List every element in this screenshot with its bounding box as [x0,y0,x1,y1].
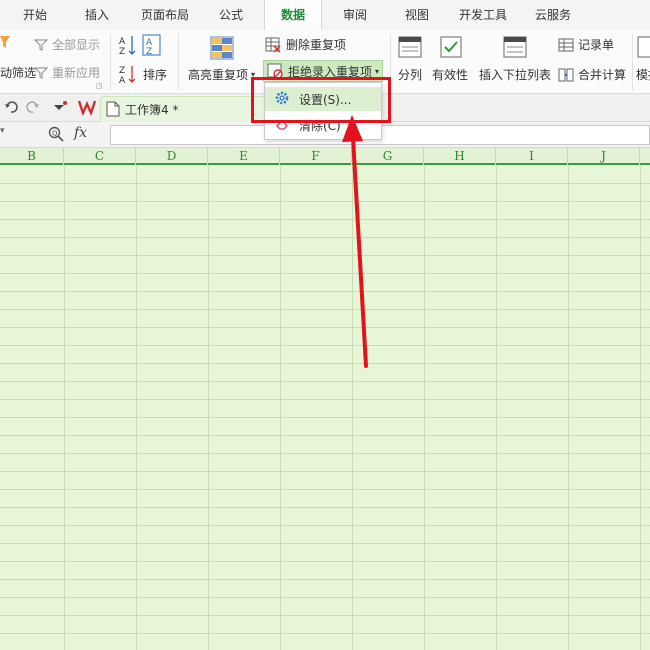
column-header[interactable]: B [0,148,64,165]
dialog-launcher-icon[interactable]: ◳ [96,82,103,90]
consolidate-button[interactable]: 合并计算 [558,66,626,83]
svg-text:Q: Q [52,130,58,138]
undo-icon[interactable] [4,100,18,114]
column-header[interactable]: G [352,148,424,165]
validity-icon [440,36,462,58]
show-all-label: 全部显示 [52,38,101,52]
svg-text:A: A [119,37,126,47]
tab-formula[interactable]: 公式 [206,0,256,30]
function-fx-button[interactable]: fx [74,125,87,141]
split-columns-button[interactable]: 分列 [398,66,422,83]
document-tab[interactable]: 工作簿4 * [100,96,265,122]
document-tab-title: 工作簿4 * [125,103,179,117]
highlight-duplicates-label: 高亮重复项 [188,68,249,82]
remove-duplicates-label: 删除重复项 [286,38,347,52]
insert-dropdown-icon [503,36,527,58]
column-header[interactable]: D [136,148,208,165]
svg-text:Z: Z [146,47,152,56]
ribbon-separator [110,34,111,90]
tab-review[interactable]: 审阅 [330,0,380,30]
ribbon-separator [178,34,179,90]
remove-duplicates-button[interactable]: 删除重复项 [265,36,346,53]
sort-button[interactable]: 排序 [143,66,167,83]
redo-icon[interactable] [26,100,40,114]
sort-asc-icon[interactable]: AZ [118,34,138,56]
column-header[interactable]: F [280,148,352,165]
funnel-icon [34,38,48,51]
show-all-button[interactable]: 全部显示 [34,36,100,53]
column-header[interactable]: H [424,148,496,165]
spreadsheet-doc-icon [106,101,120,117]
auto-filter-icon [0,34,12,50]
record-form-label: 记录单 [578,38,615,52]
tab-data[interactable]: 数据 [264,0,322,30]
split-columns-icon [398,36,422,58]
consolidate-icon [558,68,574,81]
column-header[interactable]: I [496,148,568,165]
ribbon-tab-bar: 开始 插入 页面布局 公式 数据 审阅 视图 开发工具 云服务 [0,0,650,30]
customize-toolbar-icon[interactable] [52,100,68,114]
tab-cloud[interactable]: 云服务 [524,0,582,30]
column-header-row: B C D E F G H I J [0,148,650,165]
svg-text:Z: Z [119,47,125,56]
record-form-button[interactable]: 记录单 [558,36,614,53]
spreadsheet-grid[interactable] [0,166,650,650]
reapply-button[interactable]: 重新应用 [34,64,100,81]
highlight-duplicates-icon [210,36,234,60]
tab-home[interactable]: 开始 [10,0,60,30]
svg-text:A: A [119,76,126,84]
highlight-duplicates-button[interactable]: 高亮重复项 ▾ [188,66,255,83]
funnel-icon [34,66,48,79]
tab-view[interactable]: 视图 [392,0,442,30]
wps-logo-icon [78,99,96,115]
name-box-dropdown-icon[interactable]: ▾ [0,126,5,136]
auto-filter-button[interactable]: 动筛选 [0,64,36,81]
annotation-highlight-box [251,77,391,123]
sort-desc-icon[interactable]: AZ [142,34,162,56]
tab-developer[interactable]: 开发工具 [450,0,516,30]
svg-text:Z: Z [119,66,125,76]
zoom-search-icon[interactable]: Q [48,126,64,142]
tab-page-layout[interactable]: 页面布局 [132,0,198,30]
simulate-button[interactable]: 模拟 [636,66,650,83]
validity-button[interactable]: 有效性 [432,66,468,83]
sort-za-icon[interactable]: ZA [118,64,138,84]
record-form-icon [558,38,574,51]
reapply-label: 重新应用 [52,66,101,80]
column-header[interactable]: C [64,148,136,165]
column-header[interactable]: E [208,148,280,165]
column-header[interactable]: J [568,148,640,165]
simulate-icon [637,36,650,58]
tab-insert[interactable]: 插入 [72,0,122,30]
chevron-down-icon: ▾ [375,66,380,76]
insert-dropdown-button[interactable]: 插入下拉列表 [479,66,551,83]
ribbon-separator [632,34,633,90]
remove-duplicates-icon [265,37,281,53]
consolidate-label: 合并计算 [578,68,627,82]
